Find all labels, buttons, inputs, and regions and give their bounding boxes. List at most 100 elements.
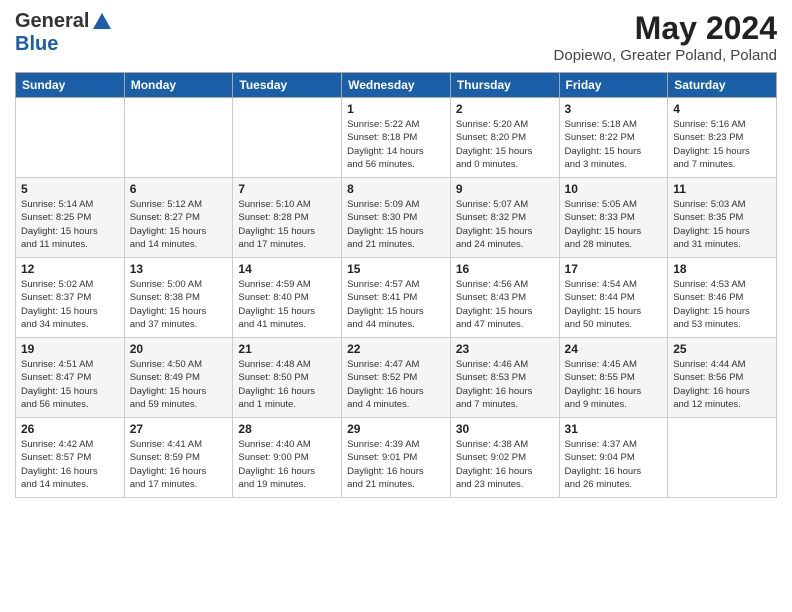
calendar-cell [16, 98, 125, 178]
day-info: Sunrise: 4:50 AM Sunset: 8:49 PM Dayligh… [130, 358, 228, 411]
day-info: Sunrise: 4:53 AM Sunset: 8:46 PM Dayligh… [673, 278, 771, 331]
day-number: 4 [673, 102, 771, 116]
day-info: Sunrise: 5:02 AM Sunset: 8:37 PM Dayligh… [21, 278, 119, 331]
calendar-cell: 24Sunrise: 4:45 AM Sunset: 8:55 PM Dayli… [559, 338, 668, 418]
day-info: Sunrise: 5:14 AM Sunset: 8:25 PM Dayligh… [21, 198, 119, 251]
day-number: 28 [238, 422, 336, 436]
calendar-cell: 29 Sunrise: 4:39 AM Sunset: 9:01 PM Dayli… [342, 418, 451, 498]
col-wednesday: Wednesday [342, 73, 451, 98]
day-info: Sunrise: 4:45 AM Sunset: 8:55 PM Dayligh… [565, 358, 663, 411]
day-info: Sunrise: 5:07 AM Sunset: 8:32 PM Dayligh… [456, 198, 554, 251]
day-number: 23 [456, 342, 554, 356]
calendar-body: 1Sunrise: 5:22 AM Sunset: 8:18 PM Daylig… [16, 98, 777, 498]
calendar-table: Sunday Monday Tuesday Wednesday Thursday… [15, 72, 777, 498]
calendar-cell: 3 Sunrise: 5:18 AM Sunset: 8:22 PM Daylig… [559, 98, 668, 178]
week-row-5: 26 Sunrise: 4:42 AM Sunset: 8:57 PM Dayli… [16, 418, 777, 498]
day-number: 2 [456, 102, 554, 116]
day-info: Sunrise: 5:20 AM Sunset: 8:20 PM Dayligh… [456, 118, 554, 171]
day-number: 27 [130, 422, 228, 436]
day-number: 12 [21, 262, 119, 276]
day-info: Sunrise: 5:10 AM Sunset: 8:28 PM Dayligh… [238, 198, 336, 251]
day-number: 5 [21, 182, 119, 196]
calendar-cell: 21 Sunrise: 4:48 AM Sunset: 8:50 PM Dayli… [233, 338, 342, 418]
subtitle: Dopiewo, Greater Poland, Poland [554, 47, 777, 64]
col-friday: Friday [559, 73, 668, 98]
day-number: 3 [565, 102, 663, 116]
day-info: Sunrise: 5:09 AM Sunset: 8:30 PM Dayligh… [347, 198, 445, 251]
calendar-cell: 28 Sunrise: 4:40 AM Sunset: 9:00 PM Dayli… [233, 418, 342, 498]
calendar-cell [233, 98, 342, 178]
day-info: Sunrise: 4:47 AM Sunset: 8:52 PM Dayligh… [347, 358, 445, 411]
day-info: Sunrise: 4:37 AM Sunset: 9:04 PM Dayligh… [565, 438, 663, 491]
day-number: 7 [238, 182, 336, 196]
day-info: Sunrise: 4:54 AM Sunset: 8:44 PM Dayligh… [565, 278, 663, 331]
calendar-cell: 2 Sunrise: 5:20 AM Sunset: 8:20 PM Daylig… [450, 98, 559, 178]
calendar-cell: 17 Sunrise: 4:54 AM Sunset: 8:44 PM Dayli… [559, 258, 668, 338]
calendar-cell: 11 Sunrise: 5:03 AM Sunset: 8:35 PM Dayli… [668, 178, 777, 258]
week-row-3: 12 Sunrise: 5:02 AM Sunset: 8:37 PM Dayli… [16, 258, 777, 338]
day-number: 17 [565, 262, 663, 276]
page-container: General Blue May 2024 Dopiewo, Greater P… [0, 0, 792, 508]
calendar-cell: 9 Sunrise: 5:07 AM Sunset: 8:32 PM Daylig… [450, 178, 559, 258]
calendar-cell: 1Sunrise: 5:22 AM Sunset: 8:18 PM Daylig… [342, 98, 451, 178]
day-info: Sunrise: 4:51 AM Sunset: 8:47 PM Dayligh… [21, 358, 119, 411]
day-number: 31 [565, 422, 663, 436]
day-info: Sunrise: 4:38 AM Sunset: 9:02 PM Dayligh… [456, 438, 554, 491]
day-info: Sunrise: 4:48 AM Sunset: 8:50 PM Dayligh… [238, 358, 336, 411]
day-number: 18 [673, 262, 771, 276]
calendar-cell: 16Sunrise: 4:56 AM Sunset: 8:43 PM Dayli… [450, 258, 559, 338]
day-number: 10 [565, 182, 663, 196]
day-info: Sunrise: 4:39 AM Sunset: 9:01 PM Dayligh… [347, 438, 445, 491]
day-info: Sunrise: 4:44 AM Sunset: 8:56 PM Dayligh… [673, 358, 771, 411]
day-info: Sunrise: 5:18 AM Sunset: 8:22 PM Dayligh… [565, 118, 663, 171]
main-title: May 2024 [554, 10, 777, 47]
calendar-cell: 19Sunrise: 4:51 AM Sunset: 8:47 PM Dayli… [16, 338, 125, 418]
day-number: 9 [456, 182, 554, 196]
calendar-cell: 13Sunrise: 5:00 AM Sunset: 8:38 PM Dayli… [124, 258, 233, 338]
day-info: Sunrise: 5:12 AM Sunset: 8:27 PM Dayligh… [130, 198, 228, 251]
calendar-cell: 31 Sunrise: 4:37 AM Sunset: 9:04 PM Dayli… [559, 418, 668, 498]
calendar-cell [668, 418, 777, 498]
day-info: Sunrise: 5:05 AM Sunset: 8:33 PM Dayligh… [565, 198, 663, 251]
day-number: 26 [21, 422, 119, 436]
title-section: May 2024 Dopiewo, Greater Poland, Poland [554, 10, 777, 64]
day-number: 8 [347, 182, 445, 196]
day-info: Sunrise: 4:42 AM Sunset: 8:57 PM Dayligh… [21, 438, 119, 491]
day-info: Sunrise: 4:59 AM Sunset: 8:40 PM Dayligh… [238, 278, 336, 331]
calendar-cell: 6Sunrise: 5:12 AM Sunset: 8:27 PM Daylig… [124, 178, 233, 258]
day-number: 21 [238, 342, 336, 356]
calendar-cell: 14 Sunrise: 4:59 AM Sunset: 8:40 PM Dayli… [233, 258, 342, 338]
day-info: Sunrise: 5:03 AM Sunset: 8:35 PM Dayligh… [673, 198, 771, 251]
day-info: Sunrise: 5:16 AM Sunset: 8:23 PM Dayligh… [673, 118, 771, 171]
calendar-cell: 26 Sunrise: 4:42 AM Sunset: 8:57 PM Dayli… [16, 418, 125, 498]
logo-icon [91, 11, 113, 33]
calendar-cell: 23 Sunrise: 4:46 AM Sunset: 8:53 PM Dayli… [450, 338, 559, 418]
calendar-cell: 18 Sunrise: 4:53 AM Sunset: 8:46 PM Dayli… [668, 258, 777, 338]
calendar-cell: 20 Sunrise: 4:50 AM Sunset: 8:49 PM Dayli… [124, 338, 233, 418]
logo: General Blue [15, 10, 113, 56]
page-header: General Blue May 2024 Dopiewo, Greater P… [15, 10, 777, 64]
day-number: 29 [347, 422, 445, 436]
calendar-cell: 7 Sunrise: 5:10 AM Sunset: 8:28 PM Daylig… [233, 178, 342, 258]
day-number: 25 [673, 342, 771, 356]
calendar-cell: 30Sunrise: 4:38 AM Sunset: 9:02 PM Dayli… [450, 418, 559, 498]
day-info: Sunrise: 4:46 AM Sunset: 8:53 PM Dayligh… [456, 358, 554, 411]
day-number: 16 [456, 262, 554, 276]
logo-blue: Blue [15, 33, 58, 55]
day-info: Sunrise: 4:40 AM Sunset: 9:00 PM Dayligh… [238, 438, 336, 491]
col-monday: Monday [124, 73, 233, 98]
calendar-cell: 27Sunrise: 4:41 AM Sunset: 8:59 PM Dayli… [124, 418, 233, 498]
calendar-cell: 25 Sunrise: 4:44 AM Sunset: 8:56 PM Dayli… [668, 338, 777, 418]
day-number: 20 [130, 342, 228, 356]
col-saturday: Saturday [668, 73, 777, 98]
day-number: 22 [347, 342, 445, 356]
calendar-cell [124, 98, 233, 178]
day-number: 14 [238, 262, 336, 276]
day-number: 11 [673, 182, 771, 196]
calendar-cell: 4 Sunrise: 5:16 AM Sunset: 8:23 PM Daylig… [668, 98, 777, 178]
week-row-2: 5 Sunrise: 5:14 AM Sunset: 8:25 PM Daylig… [16, 178, 777, 258]
calendar-cell: 8 Sunrise: 5:09 AM Sunset: 8:30 PM Daylig… [342, 178, 451, 258]
calendar-cell: 10 Sunrise: 5:05 AM Sunset: 8:33 PM Dayli… [559, 178, 668, 258]
week-row-1: 1Sunrise: 5:22 AM Sunset: 8:18 PM Daylig… [16, 98, 777, 178]
day-info: Sunrise: 4:57 AM Sunset: 8:41 PM Dayligh… [347, 278, 445, 331]
